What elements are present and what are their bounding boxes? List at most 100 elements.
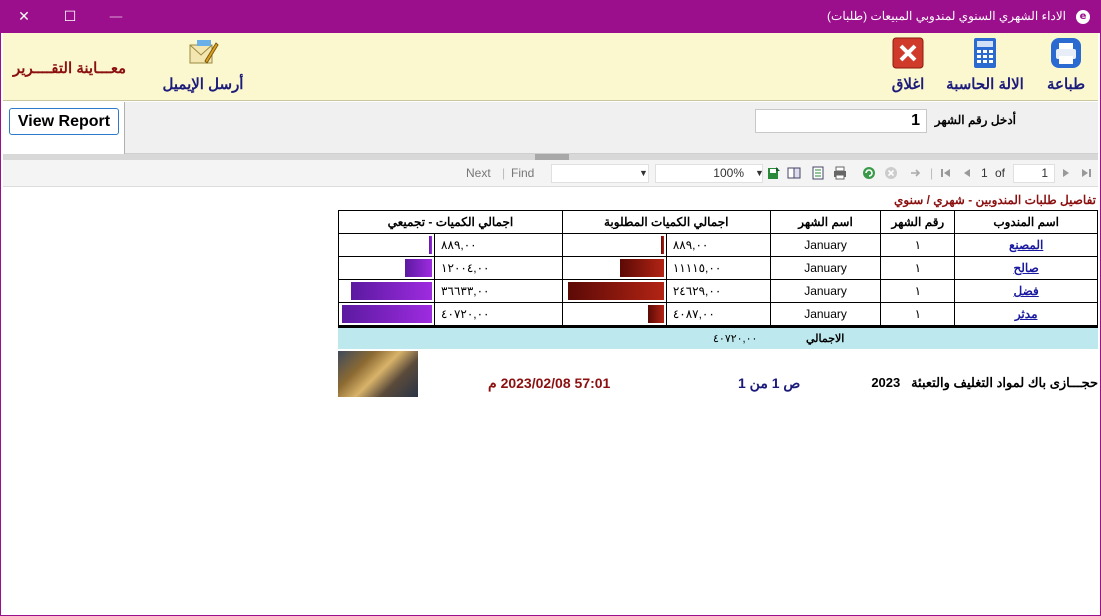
parameters-panel: View Report أدخل رقم الشهر 1 [3, 102, 1098, 154]
rep-name-link[interactable]: فضل [1014, 284, 1039, 298]
close-report-button[interactable]: اغلاق [883, 37, 933, 93]
qty-value-cell: ٨٨٩,٠٠ [665, 233, 771, 257]
qty-value-cell: ٢٤٦٢٩,٠٠ [665, 279, 771, 303]
stop-icon[interactable] [884, 166, 898, 180]
total-label: الاجمالي [806, 333, 845, 345]
column-header: رقم الشهر [880, 210, 956, 234]
close-icon: ✕ [18, 9, 30, 25]
report-preview-label: معـــاينة التقــــرير [13, 60, 127, 77]
window-title: الاداء الشهري السنوي لمندوبي المبيعات (ط… [827, 9, 1066, 23]
calculator-icon [974, 38, 996, 68]
find-input[interactable] [551, 164, 649, 183]
first-page-icon[interactable] [939, 166, 953, 180]
cum-bar [351, 282, 433, 300]
document-map-icon[interactable] [787, 166, 801, 180]
cum-bar-cell [337, 302, 436, 326]
previous-page-icon[interactable] [960, 166, 974, 180]
column-header: اجمالي الكميات المطلوبة [561, 210, 771, 234]
table-row: صالح ١ January ١١١١٥,٠٠ ١٢٠٠٤,٠٠ [337, 256, 1098, 280]
report-footer: 57:01 2023/02/08 م ص 1 من 1 حجـــازى باك… [338, 351, 1098, 397]
qty-bar [647, 305, 664, 323]
zoom-dropdown-icon[interactable]: ▼ [755, 168, 764, 178]
month-number-input[interactable]: 1 [755, 109, 927, 133]
report-table: اسم المندوب رقم الشهر اسم الشهر اجمالي ا… [337, 210, 1098, 326]
zoom-select[interactable]: 100% [655, 164, 763, 183]
view-report-button[interactable]: View Report [9, 108, 119, 135]
close-red-icon [892, 37, 924, 69]
qty-bar [567, 282, 664, 300]
table-row: فضل ١ January ٢٤٦٢٩,٠٠ ٣٦٦٣٣,٠٠ [337, 279, 1098, 303]
back-icon[interactable] [908, 166, 922, 180]
month-number-cell: ١ [880, 279, 956, 303]
send-email-button[interactable]: أرسل الإيميل [161, 37, 245, 93]
cum-bar [405, 259, 433, 277]
rep-name-link[interactable]: مدثر [1015, 307, 1038, 321]
table-row: المصنع ١ January ٨٨٩,٠٠ ٨٨٩,٠٠ [337, 233, 1098, 257]
month-name-cell: January [769, 256, 882, 280]
print-icon[interactable] [833, 166, 847, 180]
month-name-cell: January [769, 233, 882, 257]
month-name-cell: January [769, 302, 882, 326]
of-label: of [995, 166, 1006, 180]
cum-bar-cell [337, 233, 436, 257]
find-next-link[interactable]: Next [466, 166, 491, 180]
column-header: اسم المندوب [954, 210, 1098, 234]
page-number-input[interactable]: 1 [1013, 164, 1055, 183]
cum-value-cell: ٨٨٩,٠٠ [434, 233, 563, 257]
app-icon: e [1076, 10, 1090, 24]
month-number-cell: ١ [880, 256, 956, 280]
qty-value-cell: ١١١١٥,٠٠ [665, 256, 771, 280]
report-year: 2023 [871, 375, 901, 390]
page-layout-icon[interactable] [811, 166, 825, 180]
find-link[interactable]: Find [511, 166, 534, 180]
email-label: أرسل الإيميل [162, 76, 244, 93]
export-icon[interactable] [767, 166, 781, 180]
close-label: اغلاق [891, 76, 925, 93]
report-viewer-toolbar: Next | Find ▼ 100% ▼ | 1 of 1 [3, 160, 1098, 187]
table-row: مدثر ١ January ٤٠٨٧,٠٠ ٤٠٧٢٠,٠٠ [337, 302, 1098, 326]
rep-name-cell: صالح [954, 256, 1098, 280]
email-edit-icon [189, 40, 219, 64]
maximize-window-button[interactable]: ☐ [47, 1, 93, 33]
month-number-cell: ١ [880, 302, 956, 326]
rep-name-cell: مدثر [954, 302, 1098, 326]
view-report-cell: View Report [3, 102, 125, 154]
month-number-label: أدخل رقم الشهر [934, 113, 1016, 127]
rep-name-link[interactable]: صالح [1014, 261, 1039, 275]
table-body: المصنع ١ January ٨٨٩,٠٠ ٨٨٩,٠٠ صالح ١ January ١١… [337, 233, 1098, 326]
month-number-cell: ١ [880, 233, 956, 257]
company-name-text: حجـــازى باك لمواد التغليف والتعبئة [911, 375, 1098, 390]
print-button[interactable]: طباعة [1041, 37, 1091, 93]
dropdown-arrow-icon[interactable]: ▼ [639, 168, 648, 178]
qty-bar [660, 236, 664, 254]
total-value: ٤٠٧٢٠,٠٠ [713, 333, 758, 345]
rep-name-cell: فضل [954, 279, 1098, 303]
next-page-icon[interactable] [1059, 166, 1073, 180]
calculator-label: الالة الحاسبة [946, 76, 1024, 93]
qty-value-cell: ٤٠٨٧,٠٠ [665, 302, 771, 326]
minimize-icon: — [109, 9, 123, 25]
refresh-icon[interactable] [862, 166, 876, 180]
qty-bar-cell [561, 279, 667, 303]
close-window-button[interactable]: ✕ [1, 1, 47, 33]
rep-name-cell: المصنع [954, 233, 1098, 257]
cum-bar-cell [337, 256, 436, 280]
cum-bar [342, 305, 433, 323]
qty-bar-cell [561, 302, 667, 326]
table-header-row: اسم المندوب رقم الشهر اسم الشهر اجمالي ا… [338, 210, 1098, 234]
last-page-icon[interactable] [1079, 166, 1093, 180]
qty-bar-cell [561, 233, 667, 257]
rep-name-link[interactable]: المصنع [1009, 238, 1043, 252]
minimize-window-button[interactable]: — [93, 1, 139, 33]
printed-timestamp: 57:01 2023/02/08 م [488, 375, 611, 391]
total-row: الاجمالي ٤٠٧٢٠,٠٠ [338, 326, 1098, 349]
month-name-cell: January [769, 279, 882, 303]
cum-bar-cell [337, 279, 436, 303]
column-header: اجمالي الكميات - تجميعي [338, 210, 563, 234]
title-bar: ✕ ☐ — الاداء الشهري السنوي لمندوبي المبي… [1, 1, 1100, 33]
print-label: طباعة [1046, 76, 1086, 93]
app-window: ✕ ☐ — الاداء الشهري السنوي لمندوبي المبي… [0, 0, 1101, 616]
calculator-button[interactable]: الالة الحاسبة [943, 37, 1027, 93]
current-page: 1 [981, 166, 988, 180]
cum-value-cell: ١٢٠٠٤,٠٠ [434, 256, 563, 280]
